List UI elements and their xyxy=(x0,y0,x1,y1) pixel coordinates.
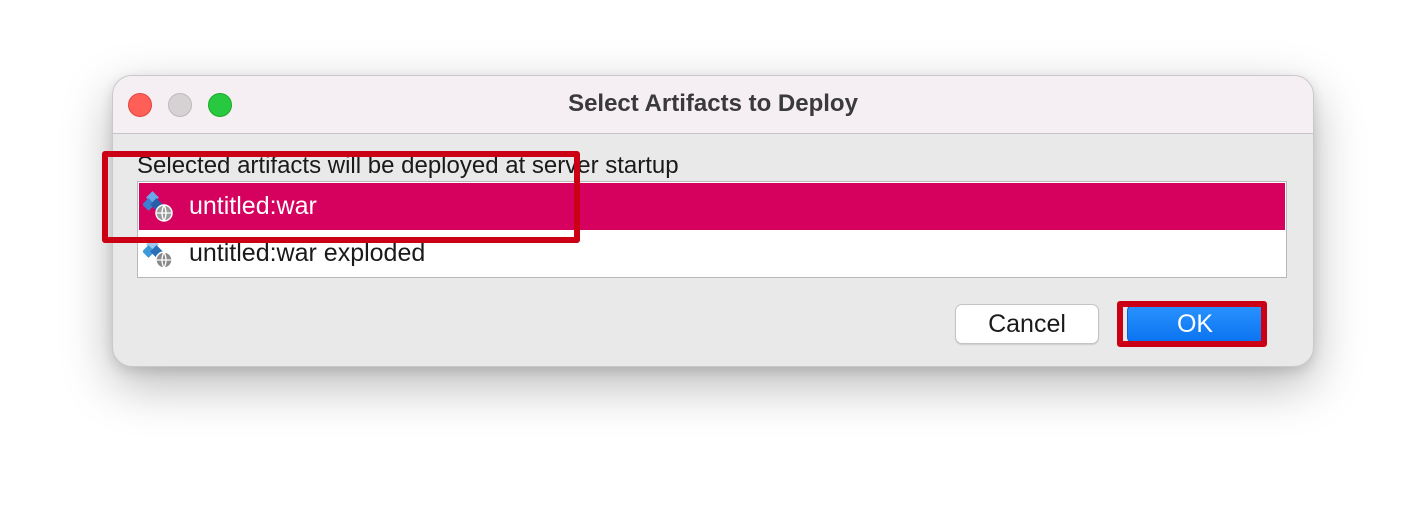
annotation-box-ok xyxy=(1117,301,1267,347)
title-bar[interactable]: Select Artifacts to Deploy xyxy=(113,76,1313,134)
cancel-button[interactable]: Cancel xyxy=(955,304,1099,344)
dialog-title: Select Artifacts to Deploy xyxy=(568,90,858,117)
artifact-label: untitled:war exploded xyxy=(189,239,426,267)
annotation-box-artifact xyxy=(102,151,580,243)
